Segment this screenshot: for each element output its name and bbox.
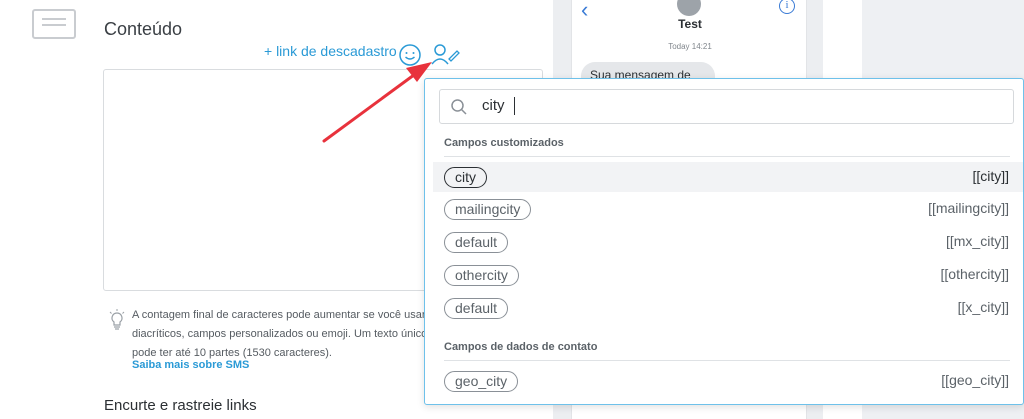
field-tag: mailingcity [444, 199, 532, 220]
field-tag: geo_city [444, 371, 519, 392]
section-title-content: Conteúdo [104, 19, 183, 39]
field-tag: default [444, 298, 509, 319]
field-search-input[interactable]: city [439, 89, 1014, 124]
field-merge-tag: [[mailingcity]] [928, 200, 1009, 216]
field-tag: default [444, 232, 509, 253]
field-tag: city [444, 167, 487, 188]
field-option-city[interactable]: city [[city]] [433, 162, 1023, 192]
unsubscribe-link[interactable]: + link de descadastro [264, 43, 397, 59]
character-count-hint: A contagem final de caracteres pode aume… [132, 306, 432, 363]
field-merge-tag: [[city]] [972, 168, 1009, 184]
learn-more-sms-link[interactable]: Saiba mais sobre SMS [132, 359, 249, 371]
lightbulb-icon [109, 309, 125, 330]
group-divider [444, 360, 1010, 361]
field-search-value: city [482, 97, 505, 114]
hint-line: A contagem final de caracteres pode aume… [132, 309, 426, 321]
field-option-mx-city[interactable]: default [[mx_city]] [433, 227, 1023, 257]
preview-timestamp: Today 14:21 [668, 42, 712, 51]
preview-contact-name: Test [678, 17, 702, 31]
group-divider [444, 156, 1010, 157]
field-merge-tag: [[mx_city]] [945, 233, 1009, 249]
group-label-custom-fields: Campos customizados [444, 137, 564, 149]
section-title-shorten-links: Encurte e rastreie links [104, 397, 257, 414]
field-option-othercity[interactable]: othercity [[othercity]] [433, 260, 1023, 290]
template-icon [32, 9, 76, 39]
field-option-x-city[interactable]: default [[x_city]] [433, 293, 1023, 323]
field-option-mailingcity[interactable]: mailingcity [[mailingcity]] [433, 194, 1023, 224]
custom-field-picker: city Campos customizados city [[city]] m… [424, 78, 1024, 405]
group-label-contact-fields: Campos de dados de contato [444, 341, 598, 353]
field-merge-tag: [[geo_city]] [941, 372, 1009, 388]
text-cursor [514, 97, 515, 115]
field-tag: othercity [444, 265, 519, 286]
smile-icon[interactable] [398, 43, 422, 67]
field-option-geo-city[interactable]: geo_city [[geo_city]] [433, 366, 1023, 396]
hint-line: diacríticos, campos personalizados ou em… [132, 328, 428, 340]
back-chevron-icon: ‹ [581, 0, 589, 22]
field-merge-tag: [[othercity]] [940, 266, 1009, 282]
person-edit-icon[interactable] [430, 42, 460, 68]
search-icon [451, 99, 467, 115]
field-merge-tag: [[x_city]] [957, 299, 1009, 315]
